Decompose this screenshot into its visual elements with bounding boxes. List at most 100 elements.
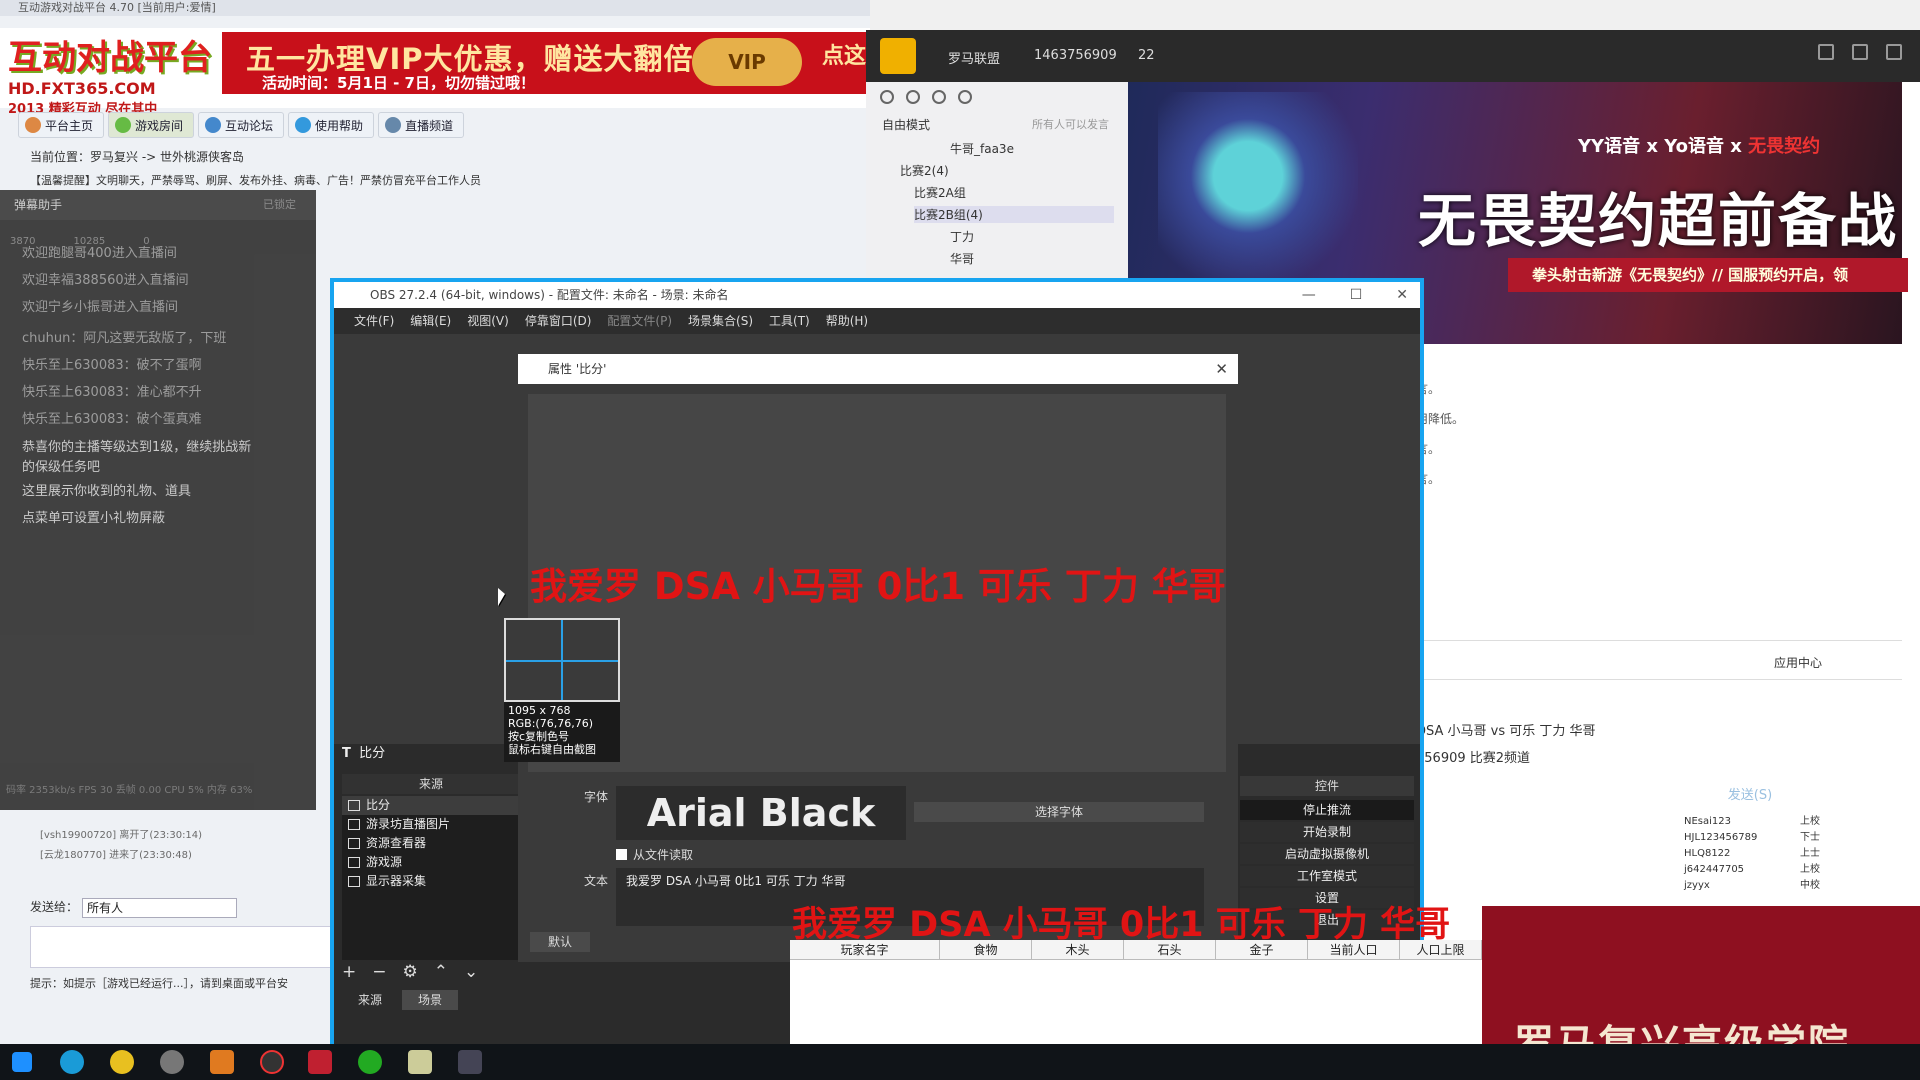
source-item[interactable]: 比分 — [342, 796, 520, 815]
nav-game-room[interactable]: 游戏房间 — [108, 112, 195, 138]
add-icon[interactable]: + — [342, 962, 356, 982]
user-icon — [880, 90, 894, 104]
control-button[interactable]: 启动虚拟摄像机 — [1240, 844, 1414, 864]
default-button[interactable]: 默认 — [530, 932, 590, 952]
nav-home[interactable]: 平台主页 — [18, 112, 105, 138]
channel-item[interactable]: 比赛2A组 — [914, 184, 966, 201]
font-preview: Arial Black — [616, 786, 906, 840]
home-icon[interactable] — [880, 38, 916, 74]
player-rank: 上校 — [1800, 816, 1820, 827]
minimize-icon[interactable] — [1818, 44, 1834, 60]
search-icon[interactable] — [958, 90, 972, 104]
message-text: DSA 小马哥 vs 可乐 丁力 华哥 756909 比赛2频道 — [1416, 724, 1596, 766]
score-overlay-text: 我爱罗 DSA 小马哥 0比1 可乐 丁力 华哥 — [792, 905, 1451, 945]
obs-icon[interactable] — [260, 1050, 284, 1074]
gear-icon[interactable]: ⚙ — [403, 962, 418, 982]
controls-header: 控件 — [1240, 776, 1414, 796]
nav-help[interactable]: 使用帮助 — [288, 112, 375, 138]
danmu-line: 欢迎宁乡小振哥进入直播间 — [22, 300, 179, 315]
vip-badge-icon: VIP — [692, 38, 802, 86]
player-list: NEsai123 上校 HJL123456789 下士 HLQ8122 上士 j642447… — [1684, 814, 1884, 906]
remove-icon[interactable]: − — [372, 962, 386, 982]
app-icon[interactable] — [308, 1050, 332, 1074]
app-center[interactable]: 应用中心 — [1774, 654, 1822, 671]
tab-sources[interactable]: 来源 — [342, 990, 398, 1010]
list-item[interactable]: HJL123456789 下士 — [1684, 830, 1884, 846]
list-icon — [932, 90, 946, 104]
nav-live[interactable]: 直播频道 — [378, 112, 465, 138]
maximize-icon[interactable] — [1852, 44, 1868, 60]
player-rank: 上校 — [1800, 864, 1820, 875]
menu-item[interactable]: 配置文件(P) — [599, 308, 680, 334]
close-icon[interactable] — [1886, 44, 1902, 60]
chat-input[interactable] — [30, 926, 350, 968]
send-to-select[interactable]: 所有人 — [82, 898, 237, 918]
help-icon — [295, 117, 312, 133]
vip-ad-banner[interactable]: 五一办理VIP大优惠，赠送大翻倍 活动时间：5月1日 - 7日，切勿错过哦！ V… — [222, 32, 870, 94]
control-button[interactable]: 开始录制 — [1240, 822, 1414, 842]
source-label: 游录坊直播图片 — [366, 817, 451, 831]
start-icon[interactable] — [12, 1052, 32, 1072]
source-toolbar: + − ⚙ ⌃ ⌄ — [342, 962, 478, 982]
danmu-line: 快乐至上630083：破个蛋真难 — [22, 412, 202, 427]
source-item[interactable]: 游录坊直播图片 — [342, 815, 520, 834]
app-icon[interactable] — [210, 1050, 234, 1074]
player-rank: 上士 — [1800, 848, 1820, 859]
properties-titlebar: 属性 '比分' ✕ — [518, 354, 1238, 384]
selected-source-label: T 比分 — [342, 746, 386, 761]
maximize-icon[interactable]: ☐ — [1350, 282, 1363, 308]
forum-icon — [205, 117, 222, 133]
stream-stats: 码率 2353kb/s FPS 30 丢帧 0.00 CPU 5% 内存 63% — [6, 785, 253, 796]
menu-item[interactable]: 停靠窗口(D) — [517, 308, 600, 334]
channel-item-selected[interactable]: 比赛2B组(4) — [914, 206, 1114, 223]
source-type-icon — [348, 838, 360, 849]
source-item[interactable]: 资源查看器 — [342, 834, 520, 853]
minimize-icon[interactable]: — — [1302, 282, 1316, 308]
move-up-icon[interactable]: ⌃ — [434, 962, 448, 982]
source-item[interactable]: 显示器采集 — [342, 872, 520, 891]
edge-icon[interactable] — [60, 1050, 84, 1074]
list-item[interactable]: HLQ8122 上士 — [1684, 846, 1884, 862]
nav-forum[interactable]: 互动论坛 — [198, 112, 285, 138]
app-icon[interactable] — [458, 1050, 482, 1074]
channel-user[interactable]: 华哥 — [950, 250, 974, 267]
danmu-line: 快乐至上630083：破不了蛋啊 — [22, 358, 202, 373]
list-item[interactable]: jzyyx 中校 — [1684, 878, 1884, 894]
choose-font-button[interactable]: 选择字体 — [914, 802, 1204, 822]
menu-item[interactable]: 编辑(E) — [402, 308, 459, 334]
menu-item[interactable]: 文件(F) — [346, 308, 402, 334]
channel-item[interactable]: 比赛2(4) — [900, 162, 949, 179]
warning-text: 【温馨提醒】文明聊天，严禁辱骂、刷屏、发布外挂、病毒、广告！严禁仿冒充平台工作人… — [30, 174, 481, 187]
menu-item[interactable]: 工具(T) — [761, 308, 818, 334]
channel-note: 所有人可以发言 — [1032, 118, 1109, 131]
tab-scenes[interactable]: 场景 — [402, 990, 458, 1010]
app-icon[interactable] — [160, 1050, 184, 1074]
home-icon — [25, 117, 41, 133]
menu-item[interactable]: 场景集合(S) — [680, 308, 761, 334]
channel-user[interactable]: 丁力 — [950, 228, 974, 245]
sources-list: 比分游录坊直播图片资源查看器 游戏源显示器采集 — [342, 796, 520, 960]
list-item[interactable]: NEsai123 上校 — [1684, 814, 1884, 830]
platform-icon[interactable] — [110, 1050, 134, 1074]
list-item[interactable]: j642447705 上校 — [1684, 862, 1884, 878]
app-icon[interactable] — [408, 1050, 432, 1074]
channel-tree: 自由模式 所有人可以发言 牛哥_faa3e 比赛2(4) 比赛2A组 比赛2B组… — [866, 82, 1128, 292]
control-button[interactable]: 工作室模式 — [1240, 866, 1414, 886]
sources-header: 来源 — [342, 774, 520, 794]
menu-item[interactable]: 帮助(H) — [818, 308, 876, 334]
magnifier-info: 1095 x 768 RGB:(76,76,76) 按c复制色号 鼠标右键自由截图 — [504, 702, 620, 762]
source-label: 比分 — [366, 798, 391, 812]
send-button[interactable]: 发送(S) — [1700, 782, 1800, 810]
from-file-checkbox[interactable]: 从文件读取 — [616, 846, 693, 863]
control-button[interactable]: 停止推流 — [1240, 800, 1414, 820]
move-down-icon[interactable]: ⌄ — [464, 962, 478, 982]
close-icon[interactable]: ✕ — [1396, 282, 1408, 308]
source-item[interactable]: 游戏源 — [342, 853, 520, 872]
mouse-cursor-icon — [498, 588, 505, 606]
wechat-icon[interactable] — [358, 1050, 382, 1074]
menu-item[interactable]: 视图(V) — [459, 308, 517, 334]
channel-user[interactable]: 牛哥_faa3e — [950, 140, 1014, 157]
close-icon[interactable]: ✕ — [1215, 354, 1228, 384]
source-label: 显示器采集 — [366, 874, 427, 888]
danmu-log: [vsh19900720] 离开了(23:30:14) — [40, 830, 203, 841]
